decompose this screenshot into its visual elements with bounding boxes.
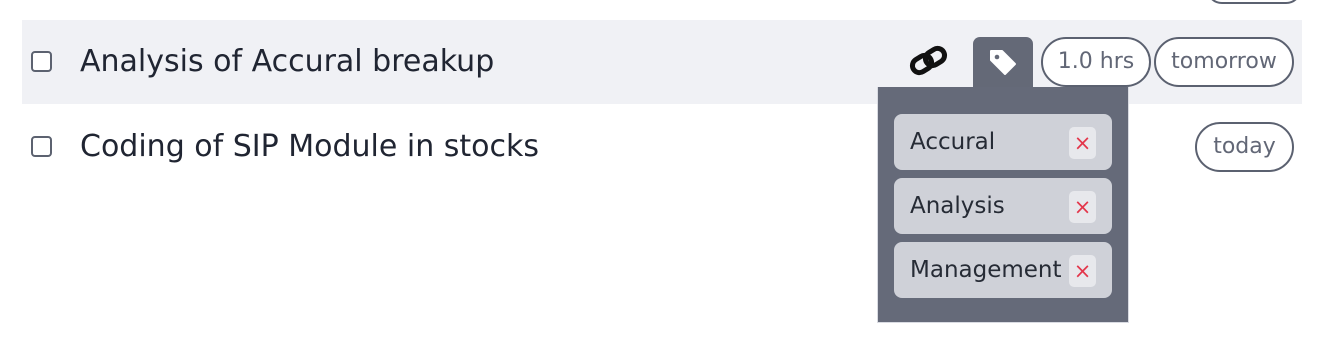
- tag-label: Analysis: [910, 193, 1005, 219]
- remove-tag-close-icon[interactable]: ×: [1069, 191, 1096, 223]
- tag-icon: [990, 50, 1016, 75]
- remove-tag-close-icon[interactable]: ×: [1069, 127, 1096, 159]
- task-list-page: Analysis of Accural breakup 1.0 hrs tomo…: [0, 0, 1330, 352]
- time-estimate-pill[interactable]: 1.0 hrs: [1041, 37, 1151, 87]
- due-date-pill[interactable]: tomorrow: [1154, 37, 1294, 87]
- due-date-pill[interactable]: today: [1195, 122, 1294, 172]
- task-title[interactable]: Coding of SIP Module in stocks: [80, 127, 539, 167]
- previous-row-date-pill[interactable]: [1206, 0, 1302, 4]
- tag-button[interactable]: [973, 37, 1033, 87]
- tag-dropdown: Accural × Analysis × Management ×: [877, 87, 1129, 323]
- tag-label: Accural: [910, 129, 996, 155]
- task-checkbox[interactable]: [31, 51, 52, 72]
- task-title[interactable]: Analysis of Accural breakup: [80, 42, 494, 82]
- tag-chip-management[interactable]: Management ×: [894, 242, 1112, 298]
- task-checkbox[interactable]: [31, 136, 52, 157]
- remove-tag-close-icon[interactable]: ×: [1069, 255, 1096, 287]
- link-icon[interactable]: [908, 43, 952, 79]
- tag-chip-accural[interactable]: Accural ×: [894, 114, 1112, 170]
- tag-label: Management: [910, 257, 1062, 283]
- tag-chip-analysis[interactable]: Analysis ×: [894, 178, 1112, 234]
